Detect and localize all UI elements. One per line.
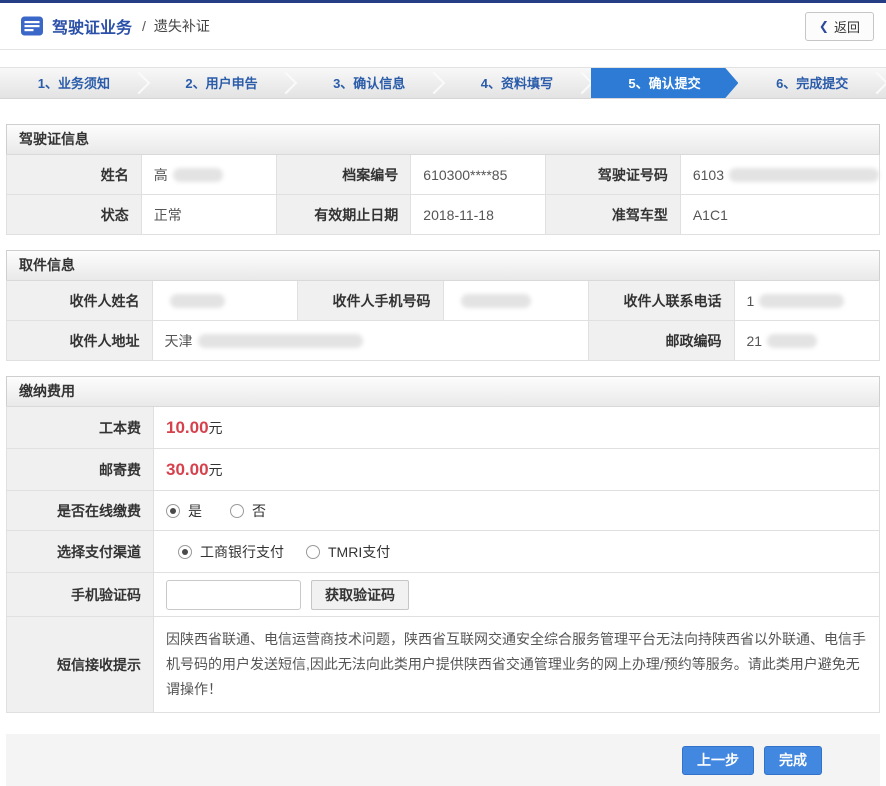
- license-no-label: 驾驶证号码: [546, 155, 681, 195]
- step-5-confirm-submit-active[interactable]: 5、确认提交: [591, 68, 739, 98]
- payment-section: 缴纳费用 工本费 10.00元 邮寄费 30.00元 是否在线缴费 是 否 选择…: [6, 376, 880, 713]
- breadcrumb: 驾驶证业务 / 遗失补证: [20, 14, 210, 38]
- recipient-phone-value: 1: [735, 281, 881, 321]
- payment-title: 缴纳费用: [6, 376, 880, 406]
- pickup-info-table: 收件人姓名 收件人手机号码 收件人联系电话 1 收件人地址 天津 邮政编码 21: [6, 280, 880, 361]
- step-6-complete-submit[interactable]: 6、完成提交: [738, 68, 886, 98]
- breadcrumb-separator: /: [142, 18, 146, 34]
- step-4-label: 4、资料填写: [481, 76, 553, 91]
- redacted-recipient-phone: [759, 294, 844, 308]
- postage-fee-unit: 元: [209, 460, 223, 480]
- redacted-postal-code: [767, 334, 817, 348]
- online-payment-no-label: 否: [252, 501, 266, 521]
- sms-notice-label: 短信接收提示: [7, 617, 154, 713]
- channel-icbc-option[interactable]: 工商银行支付: [178, 542, 284, 562]
- page-header: 驾驶证业务 / 遗失补证 ❮ 返回: [0, 3, 886, 50]
- breadcrumb-current: 遗失补证: [154, 16, 210, 36]
- redacted-name: [173, 168, 223, 182]
- recipient-mobile-value: [444, 281, 590, 321]
- license-info-table: 姓名 高 档案编号 610300****85 驾驶证号码 6103 状态 正常 …: [6, 154, 880, 235]
- address-label: 收件人地址: [7, 321, 153, 361]
- sms-notice-text: 因陕西省联通、电信运营商技术问题，陕西省互联网交通安全综合服务管理平台无法向持陕…: [154, 617, 880, 713]
- postage-fee-label: 邮寄费: [7, 449, 154, 491]
- expiry-label: 有效期止日期: [277, 195, 412, 235]
- step-1-label: 1、业务须知: [38, 76, 110, 91]
- online-payment-yes-label: 是: [188, 501, 202, 521]
- vehicle-class-label: 准驾车型: [546, 195, 681, 235]
- channel-icbc-label: 工商银行支付: [200, 542, 284, 562]
- expiry-value: 2018-11-18: [411, 195, 546, 235]
- channel-tmri-label: TMRI支付: [328, 542, 390, 562]
- previous-step-button[interactable]: 上一步: [682, 746, 754, 775]
- step-2-label: 2、用户申告: [185, 76, 257, 91]
- pickup-info-section: 取件信息 收件人姓名 收件人手机号码 收件人联系电话 1 收件人地址 天津 邮政…: [6, 250, 880, 361]
- pickup-info-title: 取件信息: [6, 250, 880, 280]
- license-no-value: 6103: [681, 155, 880, 195]
- radio-yes-icon: [166, 504, 180, 518]
- step-3-label: 3、确认信息: [333, 76, 405, 91]
- status-label: 状态: [7, 195, 142, 235]
- step-1-business-notice[interactable]: 1、业务须知: [0, 68, 148, 98]
- step-3-confirm-info[interactable]: 3、确认信息: [295, 68, 443, 98]
- address-value: 天津: [153, 321, 590, 361]
- name-value: 高: [142, 155, 277, 195]
- production-fee-label: 工本费: [7, 407, 154, 449]
- license-no-value-text: 6103: [693, 167, 724, 183]
- file-no-label: 档案编号: [277, 155, 412, 195]
- payment-table: 工本费 10.00元 邮寄费 30.00元 是否在线缴费 是 否 选择支付渠道: [6, 406, 880, 713]
- sms-code-input[interactable]: [166, 580, 301, 610]
- recipient-phone-label: 收件人联系电话: [589, 281, 735, 321]
- name-label: 姓名: [7, 155, 142, 195]
- license-form-icon: [20, 14, 44, 38]
- online-payment-no-option[interactable]: 否: [230, 501, 266, 521]
- production-fee-amount: 10.00: [166, 418, 209, 438]
- step-5-label: 5、确认提交: [628, 76, 700, 91]
- sms-code-row: 获取验证码: [154, 573, 880, 617]
- online-payment-yes-option[interactable]: 是: [166, 501, 202, 521]
- chevron-left-icon: ❮: [819, 20, 829, 32]
- postal-code-value: 21: [735, 321, 881, 361]
- recipient-name-value: [153, 281, 299, 321]
- footer-action-bar: 上一步 完成: [6, 734, 880, 786]
- postage-fee-value: 30.00元: [154, 449, 880, 491]
- finish-button[interactable]: 完成: [764, 746, 822, 775]
- payment-channel-options: 工商银行支付 TMRI支付: [154, 531, 880, 573]
- get-code-button[interactable]: 获取验证码: [311, 580, 409, 610]
- redacted-recipient-name: [170, 294, 225, 308]
- online-payment-label: 是否在线缴费: [7, 491, 154, 531]
- radio-tmri-icon: [306, 545, 320, 559]
- address-text: 天津: [165, 331, 193, 351]
- redacted-recipient-mobile: [461, 294, 531, 308]
- production-fee-value: 10.00元: [154, 407, 880, 449]
- file-no-value: 610300****85: [411, 155, 546, 195]
- production-fee-unit: 元: [209, 418, 223, 438]
- step-4-fill-materials[interactable]: 4、资料填写: [443, 68, 591, 98]
- online-payment-options: 是 否: [154, 491, 880, 531]
- postal-code-text: 21: [747, 333, 763, 349]
- license-info-title: 驾驶证信息: [6, 124, 880, 154]
- redacted-license-no: [729, 168, 879, 182]
- page-title: 驾驶证业务: [52, 14, 132, 38]
- recipient-phone-text: 1: [747, 293, 755, 309]
- step-navigation: 1、业务须知 2、用户申告 3、确认信息 4、资料填写 5、确认提交 6、完成提…: [0, 67, 886, 99]
- sms-code-label: 手机验证码: [7, 573, 154, 617]
- postal-code-label: 邮政编码: [589, 321, 735, 361]
- redacted-address: [198, 334, 363, 348]
- payment-channel-label: 选择支付渠道: [7, 531, 154, 573]
- recipient-mobile-label: 收件人手机号码: [298, 281, 444, 321]
- step-6-label: 6、完成提交: [776, 76, 848, 91]
- status-value: 正常: [142, 195, 277, 235]
- back-button-label: 返回: [834, 17, 860, 36]
- back-button[interactable]: ❮ 返回: [805, 12, 874, 41]
- license-info-section: 驾驶证信息 姓名 高 档案编号 610300****85 驾驶证号码 6103 …: [6, 124, 880, 235]
- radio-no-icon: [230, 504, 244, 518]
- name-value-text: 高: [154, 165, 168, 185]
- postage-fee-amount: 30.00: [166, 460, 209, 480]
- vehicle-class-value: A1C1: [681, 195, 880, 235]
- step-2-user-declaration[interactable]: 2、用户申告: [148, 68, 296, 98]
- channel-tmri-option[interactable]: TMRI支付: [306, 542, 390, 562]
- radio-icbc-icon: [178, 545, 192, 559]
- recipient-name-label: 收件人姓名: [7, 281, 153, 321]
